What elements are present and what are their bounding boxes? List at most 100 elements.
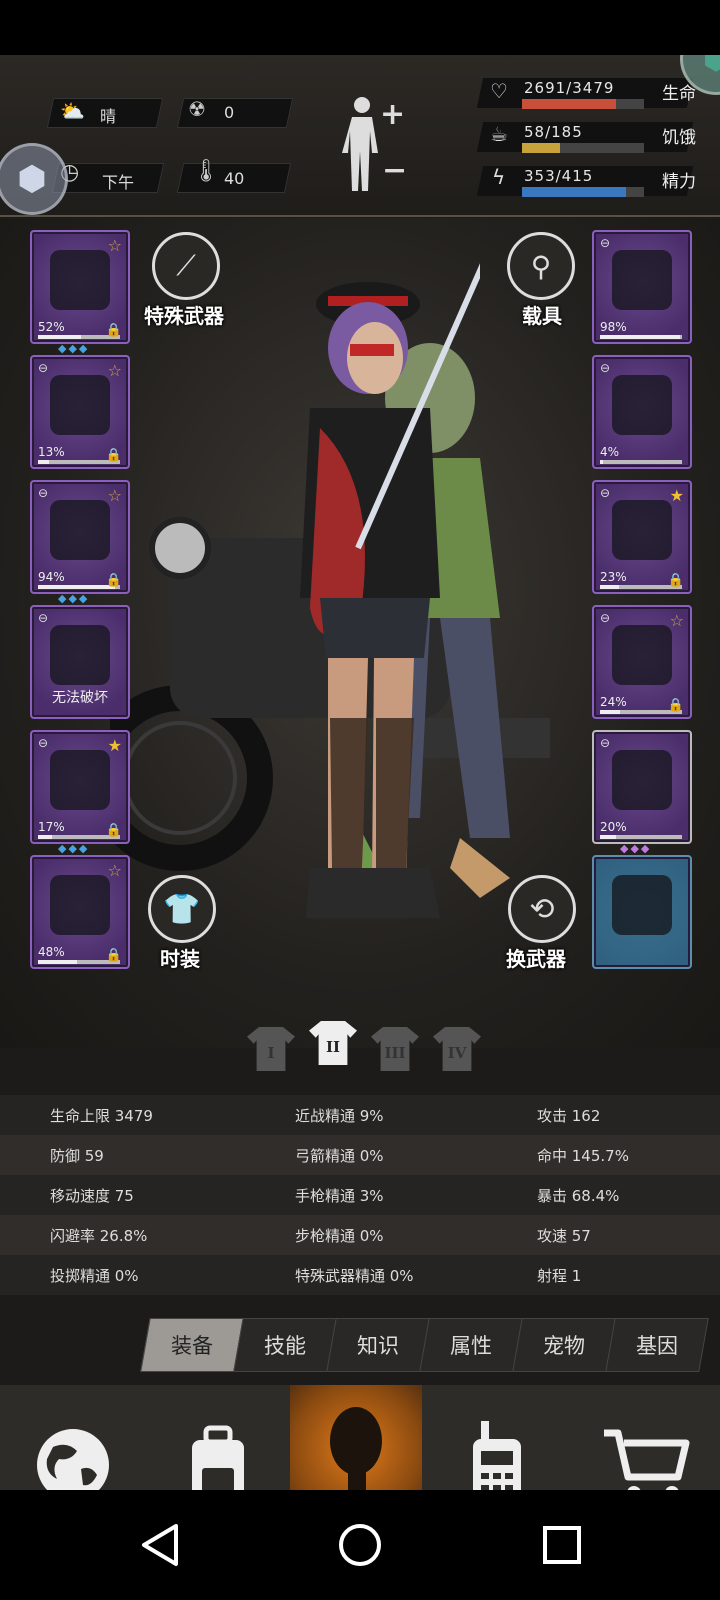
boots-icon	[50, 875, 110, 935]
plus-icon[interactable]: +	[380, 97, 405, 132]
attribute-cell: 弓箭精通 0%	[295, 1147, 384, 1165]
left-slot-boots[interactable]: ☆ 48% 🔒	[30, 855, 130, 969]
left-slot-helmet[interactable]: ☆ 52% 🔒	[30, 230, 130, 344]
star-icon: ★	[669, 486, 684, 505]
vehicle-button[interactable]: ⚲	[507, 232, 575, 300]
right-slot-molotov[interactable]	[592, 855, 692, 969]
durability-bar-fill	[600, 585, 619, 589]
helmet-icon	[50, 250, 110, 310]
bottom-navigation: 角色	[0, 1385, 720, 1490]
swap-icon: ⟲	[529, 891, 555, 927]
jacket-icon	[50, 375, 110, 435]
police-vest-icon	[612, 500, 672, 560]
katana-icon	[612, 750, 672, 810]
attributes-table: 生命上限 3479 近战精通 9% 攻击 162 防御 59 弓箭精通 0% 命中 145…	[0, 1095, 720, 1295]
left-slot-coat[interactable]: ⊖ ☆ 94% 🔒	[30, 480, 130, 594]
tab-pets[interactable]: 宠物	[512, 1318, 616, 1372]
right-slot-police-vest[interactable]: ⊖ ★ 23% 🔒	[592, 480, 692, 594]
attribute-cell: 攻速 57	[537, 1227, 591, 1245]
lock-icon: 🔒	[105, 448, 122, 463]
outfit-set-tabs: I II III IV	[245, 1018, 485, 1078]
right-slot-goggles[interactable]: ⊖ 98%	[592, 230, 692, 344]
nav-world-map[interactable]	[0, 1385, 145, 1490]
recents-icon[interactable]	[540, 1523, 584, 1567]
attribute-row: 防御 59 弓箭精通 0% 命中 145.7%	[0, 1135, 720, 1175]
star-icon: ☆	[107, 861, 122, 880]
pants-icon	[50, 750, 110, 810]
left-slot-jacket[interactable]: ⊖ ☆ 13% 🔒	[30, 355, 130, 469]
nav-character[interactable]: 角色	[290, 1385, 422, 1490]
health-value: 2691/3479	[524, 79, 615, 97]
globe-icon	[36, 1429, 109, 1490]
outfit-tab-II[interactable]: II	[307, 1018, 359, 1068]
radiation-icon: ☢	[188, 97, 206, 121]
swap-weapon-button[interactable]: ⟲	[508, 875, 576, 943]
character-head-icon	[330, 1407, 382, 1490]
radiation-value: 0	[224, 103, 235, 122]
right-slot-arm-guard[interactable]: ⊖ ☆ 24% 🔒	[592, 605, 692, 719]
minus-icon[interactable]: −	[382, 153, 407, 188]
gem-sockets: ◆◆◆	[58, 592, 90, 605]
vehicle-label: 载具	[522, 304, 562, 328]
link-icon: ⊖	[38, 611, 49, 625]
durability-bar	[600, 460, 682, 464]
special-weapon-label: 特殊武器	[144, 304, 224, 328]
attribute-cell: 暴击 68.4%	[537, 1187, 620, 1205]
walkie-talkie-icon	[473, 1421, 521, 1490]
home-icon[interactable]	[336, 1521, 384, 1569]
attribute-row: 移动速度 75 手枪精通 3% 暴击 68.4%	[0, 1175, 720, 1215]
tab-genes[interactable]: 基因	[605, 1318, 709, 1372]
nav-backpack[interactable]	[145, 1385, 290, 1490]
durability-bar-fill	[38, 335, 81, 339]
durability-percent: 52%	[38, 320, 65, 334]
tab-label: 知识	[357, 1334, 399, 1358]
tab-attributes[interactable]: 属性	[419, 1318, 523, 1372]
durability-percent: 24%	[600, 695, 627, 709]
durability-bar-fill	[38, 960, 78, 964]
player-character-illustration[interactable]	[250, 248, 480, 968]
left-slot-pants[interactable]: ⊖ ★ 17% 🔒	[30, 730, 130, 844]
shirt-icon: 👕	[163, 891, 201, 927]
energy-bar-fill	[522, 187, 626, 197]
durability-bar-fill	[600, 710, 620, 714]
tab-label: 基因	[636, 1334, 678, 1358]
top-hud: ⛅ 晴 ☢ 0 ◷ 下午 🌡 40 + − ♡ 2691/3479 生命 ☕ 5…	[0, 55, 720, 217]
tab-knowledge[interactable]: 知识	[326, 1318, 430, 1372]
shirt-icon: II	[309, 1021, 357, 1065]
attribute-cell: 攻击 162	[537, 1107, 601, 1125]
durability-percent: 17%	[38, 820, 65, 834]
link-icon: ⊖	[38, 361, 49, 375]
tab-skills[interactable]: 技能	[233, 1318, 337, 1372]
coat-icon	[50, 500, 110, 560]
lock-icon: 🔒	[105, 823, 122, 838]
outfit-tab-I[interactable]: I	[245, 1024, 297, 1074]
back-icon[interactable]	[136, 1522, 184, 1568]
nav-walkie-talkie[interactable]	[422, 1385, 572, 1490]
attribute-cell: 命中 145.7%	[537, 1147, 629, 1165]
nav-shop[interactable]	[572, 1385, 720, 1490]
durability-bar-fill	[38, 460, 49, 464]
gas-mask-icon	[612, 375, 672, 435]
game-screen: ⛅ 晴 ☢ 0 ◷ 下午 🌡 40 + − ♡ 2691/3479 生命 ☕ 5…	[0, 55, 720, 1490]
heart-icon: ♡	[490, 79, 508, 103]
star-icon: ★	[107, 736, 122, 755]
fashion-button[interactable]: 👕	[148, 875, 216, 943]
attribute-row: 生命上限 3479 近战精通 9% 攻击 162	[0, 1095, 720, 1135]
durability-percent: 94%	[38, 570, 65, 584]
right-slot-katana[interactable]: ⊖ 20%	[592, 730, 692, 844]
link-icon: ⊖	[600, 736, 611, 750]
energy-value: 353/415	[524, 167, 594, 185]
health-bar-fill	[522, 99, 617, 109]
outfit-tab-IV[interactable]: IV	[431, 1024, 483, 1074]
link-icon: ⊖	[38, 736, 49, 750]
durability-percent: 48%	[38, 945, 65, 959]
hunger-value: 58/185	[524, 123, 583, 141]
outfit-tab-III[interactable]: III	[369, 1024, 421, 1074]
tab-equipment[interactable]: 装备	[140, 1318, 244, 1372]
temperature-value: 40	[224, 169, 245, 188]
shirt-icon: III	[371, 1027, 419, 1071]
left-slot-backpack[interactable]: ⊖ 无法破坏	[30, 605, 130, 719]
attribute-cell: 步枪精通 0%	[295, 1227, 384, 1245]
special-weapon-button[interactable]: ⟋	[152, 232, 220, 300]
right-slot-gas-mask[interactable]: ⊖ 4%	[592, 355, 692, 469]
